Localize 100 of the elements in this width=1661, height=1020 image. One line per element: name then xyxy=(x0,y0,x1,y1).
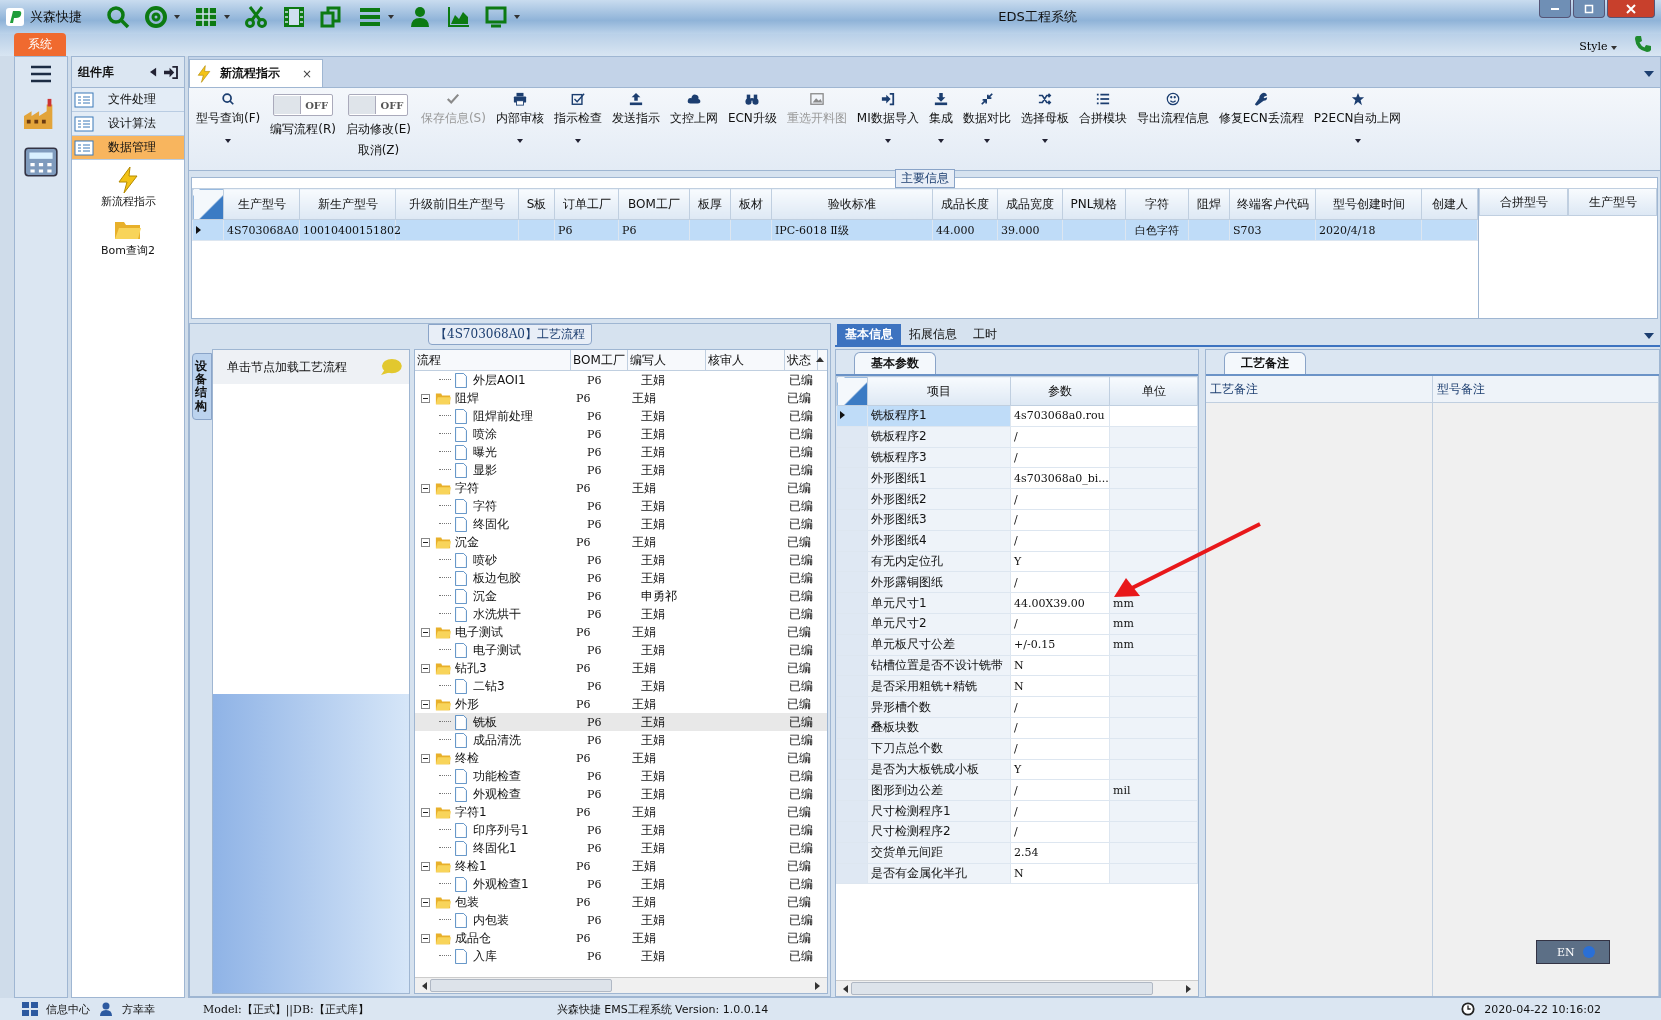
tree-row[interactable]: 外观检查 P6 王娟 已编 xyxy=(415,785,827,803)
caret-icon[interactable] xyxy=(574,139,581,143)
table-row[interactable]: 是否采用粗铣+精铣 N xyxy=(836,675,1198,697)
column-header[interactable]: 生产型号 xyxy=(223,188,300,220)
column-header[interactable]: 编写人 xyxy=(628,350,706,370)
column-header[interactable]: 单位 xyxy=(1109,376,1198,406)
column-header[interactable]: 生产型号 xyxy=(1568,188,1657,216)
tree-row[interactable]: 印序列号1 P6 王娟 已编 xyxy=(415,821,827,839)
ring-icon[interactable] xyxy=(144,5,168,29)
nav-item[interactable]: 设计算法 xyxy=(72,112,184,136)
film-icon[interactable] xyxy=(282,5,306,29)
caret-icon[interactable] xyxy=(225,139,232,143)
tree-row[interactable]: 板边包胶 P6 王娟 已编 xyxy=(415,569,827,587)
tree-row[interactable]: 钻孔3 P6 王娟 已编 xyxy=(415,659,827,677)
column-header[interactable]: 板厚 xyxy=(689,188,731,220)
table-row[interactable]: 4S703068A0 10010400151802 P6 P6 IPC-6018 Ⅱ级 44.000 39.000 白色字符 S703 2020/4/18 xyxy=(192,219,1478,241)
caret-icon[interactable] xyxy=(514,15,520,19)
tree-row[interactable]: 显影 P6 王娟 已编 xyxy=(415,461,827,479)
toolbar-button[interactable]: 型号查询(F) xyxy=(196,92,261,127)
column-header[interactable]: 流程 xyxy=(415,350,571,370)
table-row[interactable]: 外形图纸3 / xyxy=(836,509,1198,531)
language-bar-menu[interactable]: EN xyxy=(1536,940,1610,964)
tree-row[interactable]: 字符 P6 王娟 已编 xyxy=(415,479,827,497)
tree-row[interactable]: 字符1 P6 王娟 已编 xyxy=(415,803,827,821)
table-row[interactable]: 交货单元间距 2.54 xyxy=(836,842,1198,864)
column-header[interactable]: 板材 xyxy=(730,188,772,220)
table-row[interactable]: 铣板程序1 4s703068a0.rou xyxy=(836,405,1198,427)
tree-row[interactable]: 终检1 P6 王娟 已编 xyxy=(415,857,827,875)
search-icon[interactable] xyxy=(106,5,130,29)
copy-icon[interactable] xyxy=(320,5,344,29)
collapse-toggle[interactable] xyxy=(421,662,433,674)
tree-row[interactable]: 阻焊 P6 王娟 已编 xyxy=(415,389,827,407)
table-row[interactable]: 异形槽个数 / xyxy=(836,696,1198,718)
collapse-toggle[interactable] xyxy=(421,482,433,494)
maximize-button[interactable] xyxy=(1573,0,1605,18)
sign-in-icon[interactable] xyxy=(163,65,178,79)
caret-icon[interactable] xyxy=(174,15,180,19)
tree-row[interactable]: 铣板 P6 王娟 已编 xyxy=(415,713,827,731)
table-row[interactable]: 外形露铜图纸 / xyxy=(836,571,1198,593)
column-header[interactable]: 新生产型号 xyxy=(299,188,396,220)
tree-row[interactable]: 二钻3 P6 王娟 已编 xyxy=(415,677,827,695)
dropdown-icon[interactable] xyxy=(1644,71,1654,77)
table-row[interactable]: 外形图纸2 / xyxy=(836,488,1198,510)
calculator-icon[interactable] xyxy=(22,145,60,179)
collapse-toggle[interactable] xyxy=(421,698,433,710)
rows-icon[interactable] xyxy=(358,5,382,29)
caret-icon[interactable] xyxy=(937,139,944,143)
table-row[interactable]: 外形图纸4 / xyxy=(836,530,1198,552)
collapse-toggle[interactable] xyxy=(421,536,433,548)
tree-row[interactable]: 外层AOI1 P6 王娟 已编 xyxy=(415,371,827,389)
table-row[interactable]: 钻槽位置是否不设计铣带 N xyxy=(836,655,1198,676)
column-header[interactable]: BOM工厂 xyxy=(571,350,628,370)
collapse-toggle[interactable] xyxy=(421,392,433,404)
table-row[interactable]: 是否为大板铣成小板 Y xyxy=(836,759,1198,780)
table-row[interactable]: 是否有金属化半孔 N xyxy=(836,863,1198,884)
column-header[interactable]: BOM工厂 xyxy=(618,188,690,220)
tree-row[interactable]: 电子测试 P6 王娟 已编 xyxy=(415,641,827,659)
toolbar-button[interactable]: 内部审核 xyxy=(495,92,544,127)
tree-row[interactable]: 沉金 P6 王娟 已编 xyxy=(415,533,827,551)
collapse-icon[interactable] xyxy=(150,67,157,77)
tree-row[interactable]: 沉金 P6 申勇祁 已编 xyxy=(415,587,827,605)
caret-icon[interactable] xyxy=(983,139,990,143)
table-row[interactable]: 尺寸检测程序2 / xyxy=(836,821,1198,843)
table-row[interactable]: 图形到边公差 / mil xyxy=(836,779,1198,801)
tree-row[interactable]: 终固化 P6 王娟 已编 xyxy=(415,515,827,533)
tree-row[interactable]: 喷涂 P6 王娟 已编 xyxy=(415,425,827,443)
column-header[interactable]: 验收标准 xyxy=(771,188,933,220)
tree-row[interactable]: 成品清洗 P6 王娟 已编 xyxy=(415,731,827,749)
scroll-up-icon[interactable] xyxy=(816,357,824,362)
collapse-toggle[interactable] xyxy=(421,860,433,872)
collapse-toggle[interactable] xyxy=(421,626,433,638)
column-header[interactable]: S板 xyxy=(518,188,555,220)
minimize-button[interactable] xyxy=(1539,0,1571,18)
column-header[interactable]: 阻焊 xyxy=(1188,188,1230,220)
toolbar-button[interactable]: 修复ECN丢流程 xyxy=(1218,92,1304,127)
scrollbar-thumb[interactable] xyxy=(430,979,612,992)
group-tab[interactable]: 工艺备注 xyxy=(1224,352,1306,374)
tree-row[interactable]: 终检 P6 王娟 已编 xyxy=(415,749,827,767)
tree-row[interactable]: 终固化1 P6 王娟 已编 xyxy=(415,839,827,857)
document-tab[interactable]: 新流程指示 × xyxy=(189,59,324,87)
caret-icon[interactable] xyxy=(224,15,230,19)
collapse-toggle[interactable] xyxy=(421,896,433,908)
toolbar-button[interactable]: 文控上网 xyxy=(669,92,718,127)
column-header[interactable]: 字符 xyxy=(1125,188,1189,220)
grid-icon[interactable] xyxy=(194,5,218,29)
toolbar-button[interactable]: P2ECN自动上网 xyxy=(1313,92,1402,127)
table-row[interactable]: 下刀点总个数 / xyxy=(836,738,1198,760)
close-tab-button[interactable]: × xyxy=(302,66,313,81)
scissors-icon[interactable] xyxy=(244,5,268,29)
group-tab[interactable]: 基本参数 xyxy=(854,352,936,374)
menu-icon[interactable] xyxy=(30,65,52,83)
column-header[interactable]: 项目 xyxy=(867,376,1011,406)
tree-row[interactable]: 字符 P6 王娟 已编 xyxy=(415,497,827,515)
collapse-toggle[interactable] xyxy=(421,806,433,818)
scrollbar-thumb[interactable] xyxy=(851,982,1153,995)
column-header[interactable]: PNL规格 xyxy=(1062,188,1126,220)
tree-row[interactable]: 电子测试 P6 王娟 已编 xyxy=(415,623,827,641)
toolbar-button[interactable]: 集成 xyxy=(928,92,953,127)
tab[interactable]: 工时 xyxy=(965,324,1005,345)
column-header[interactable]: 核审人 xyxy=(706,350,785,370)
